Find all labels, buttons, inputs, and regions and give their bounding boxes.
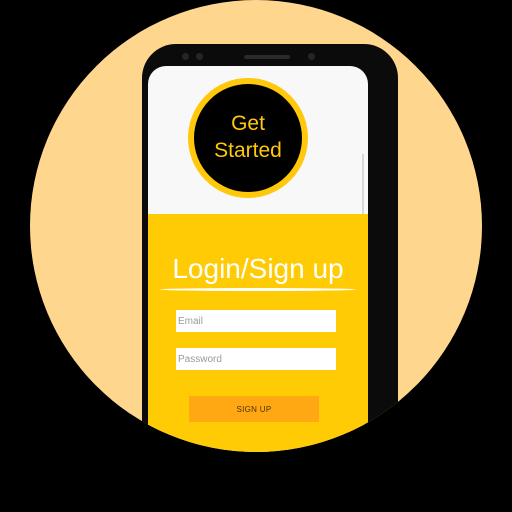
phone-screen: Get Started Login/Sign up SIGN UP bbox=[148, 66, 368, 452]
password-field[interactable] bbox=[176, 348, 336, 370]
login-title: Login/Sign up bbox=[172, 253, 344, 284]
signup-button[interactable]: SIGN UP bbox=[189, 396, 319, 422]
title-underline bbox=[160, 288, 356, 291]
icon-background-circle: Get Started Login/Sign up SIGN UP bbox=[30, 0, 482, 452]
login-panel: Login/Sign up SIGN UP bbox=[148, 214, 368, 452]
get-started-button[interactable]: Get Started bbox=[188, 78, 308, 198]
app-icon-stage: Get Started Login/Sign up SIGN UP bbox=[0, 0, 512, 512]
scrollbar bbox=[362, 154, 364, 214]
phone-mockup: Get Started Login/Sign up SIGN UP bbox=[142, 44, 398, 452]
sensor-icon bbox=[196, 53, 203, 60]
sensor-icon bbox=[182, 53, 189, 60]
speaker-icon bbox=[244, 55, 290, 59]
camera-icon bbox=[308, 53, 315, 60]
email-field[interactable] bbox=[176, 310, 336, 332]
get-started-label: Get Started bbox=[214, 112, 282, 162]
